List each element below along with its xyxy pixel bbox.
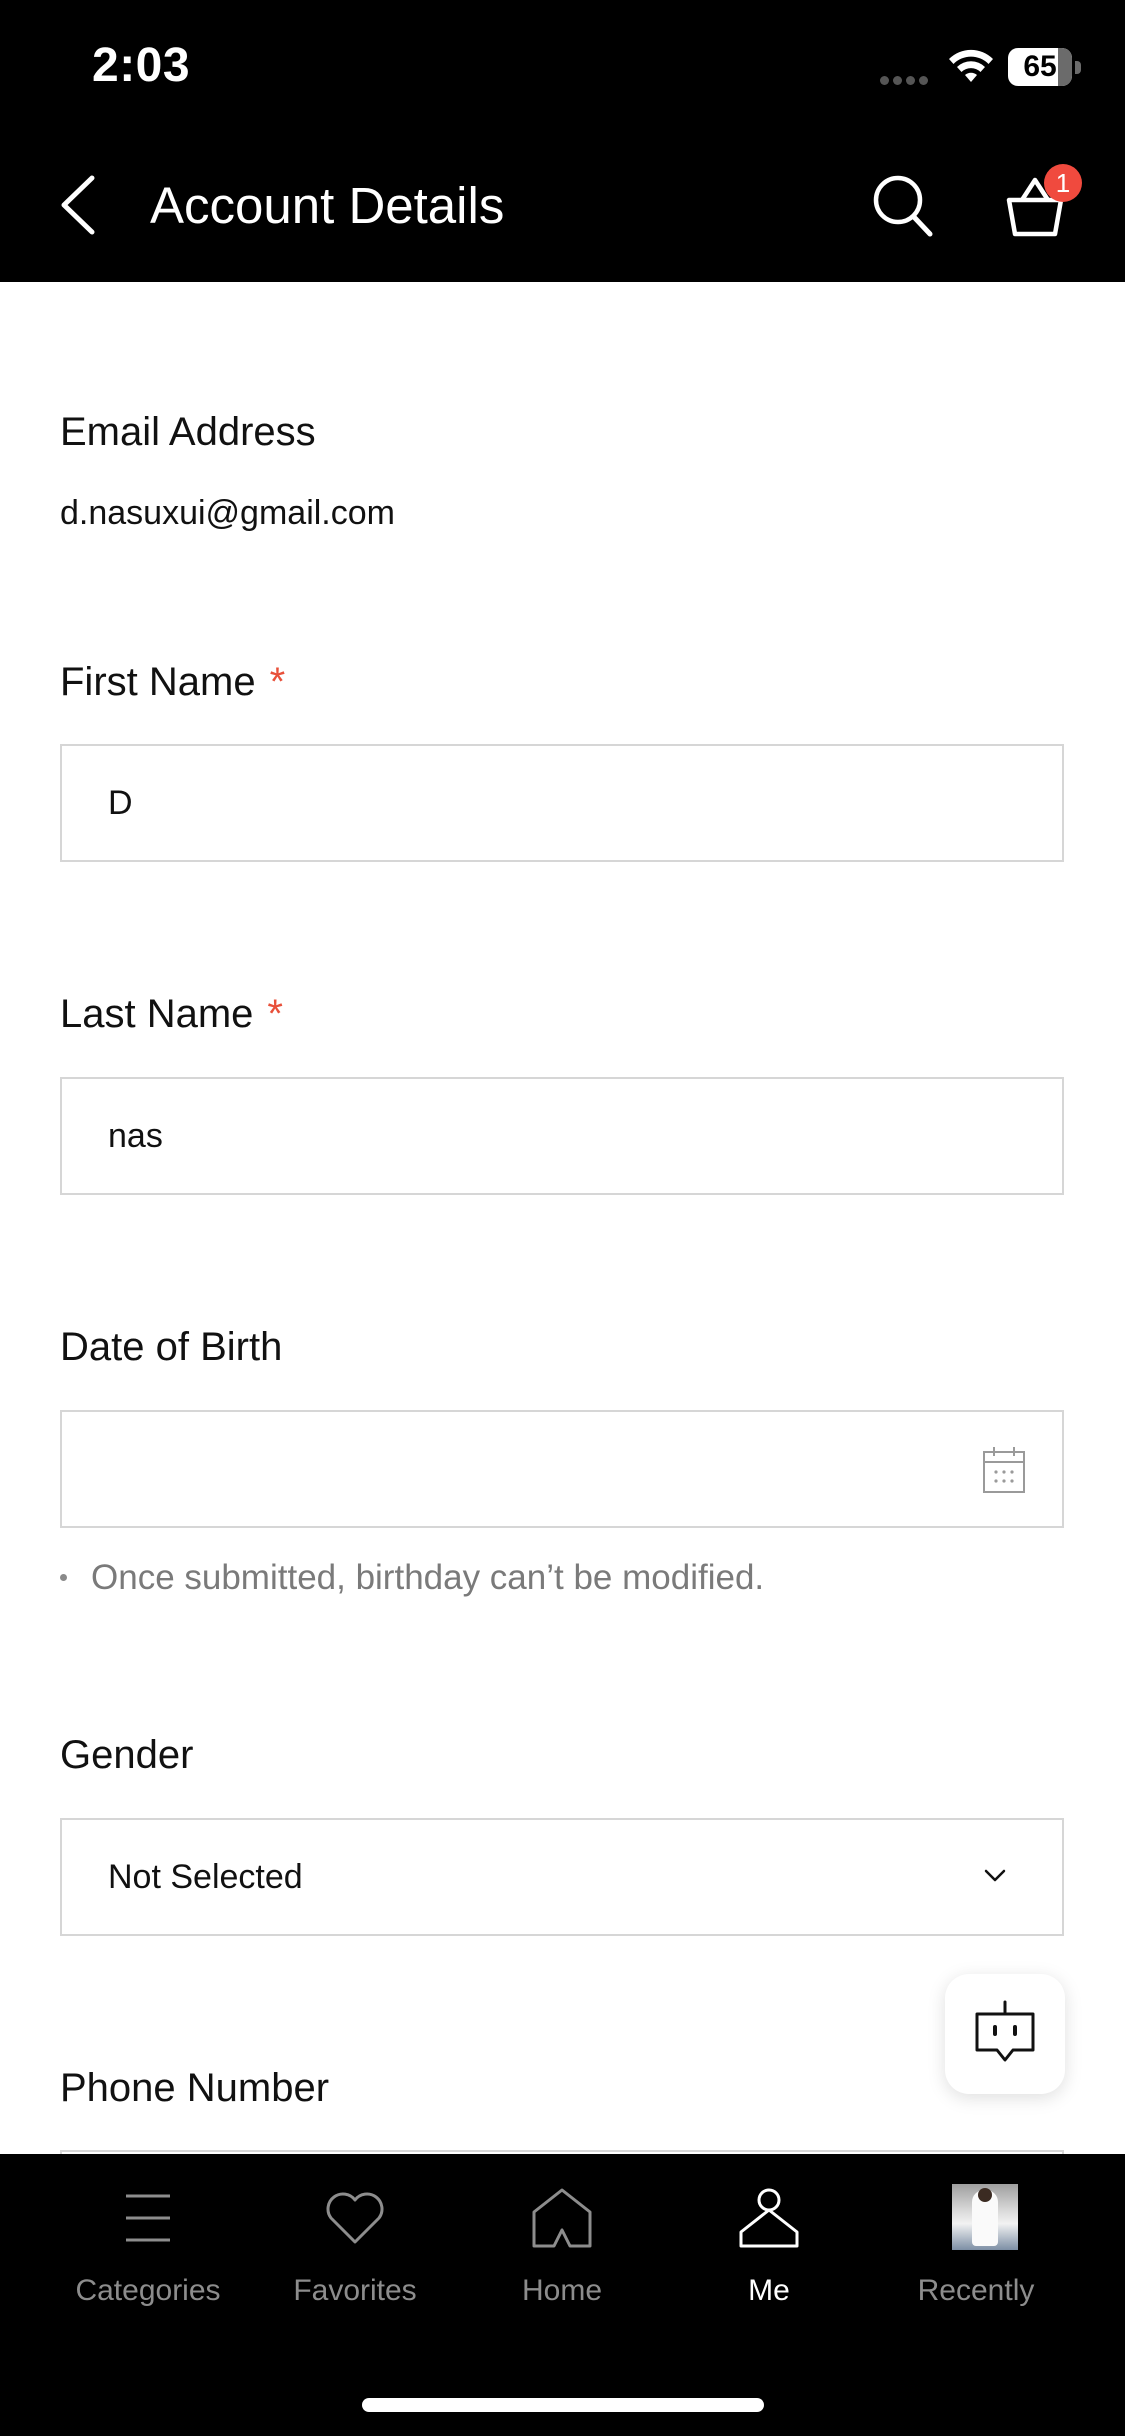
last-name-label: Last Name * <box>60 990 283 1038</box>
calendar-icon[interactable] <box>982 1446 1026 1494</box>
battery-icon: 65 <box>1008 48 1072 86</box>
hanger-icon <box>739 2188 799 2248</box>
cart-count-badge: 1 <box>1044 164 1082 202</box>
first-name-input[interactable]: D <box>60 744 1064 862</box>
tab-favorites[interactable]: Favorites <box>255 2184 455 2324</box>
chevron-left-icon <box>61 175 95 235</box>
required-asterisk: * <box>269 660 286 704</box>
back-button[interactable] <box>52 170 112 240</box>
wifi-icon <box>949 49 993 82</box>
home-icon <box>532 2188 592 2248</box>
dob-hint-text: Once submitted, birthday can’t be modifi… <box>91 1558 765 1597</box>
dob-input[interactable] <box>60 1410 1064 1528</box>
heart-icon <box>326 2192 384 2244</box>
battery-tip <box>1075 61 1081 74</box>
tab-label: Me <box>748 2274 790 2307</box>
phone-label: Phone Number <box>60 2066 330 2110</box>
first-name-label: First Name * <box>60 658 285 706</box>
cellular-signal-icon <box>880 72 932 90</box>
tab-categories[interactable]: Categories <box>48 2184 248 2324</box>
tab-label: Recently <box>917 2274 1035 2307</box>
required-asterisk: * <box>267 992 283 1036</box>
recent-product-thumbnail <box>952 2184 1018 2250</box>
search-button[interactable] <box>868 168 938 244</box>
status-bar: 2:03 65 <box>0 0 1125 130</box>
chat-bot-icon <box>975 2000 1035 2062</box>
categories-icon <box>126 2194 170 2242</box>
dob-hint: Once submitted, birthday can’t be modifi… <box>60 1556 764 1600</box>
gender-value: Not Selected <box>108 1858 303 1896</box>
tab-label: Categories <box>75 2274 221 2307</box>
app-header: Account Details 1 <box>0 130 1125 282</box>
first-name-label-text: First Name <box>60 660 256 704</box>
dob-label: Date of Birth <box>60 1325 283 1369</box>
status-time: 2:03 <box>92 39 191 92</box>
last-name-value: nas <box>108 1117 163 1155</box>
last-name-label-text: Last Name <box>60 992 254 1036</box>
page-title: Account Details <box>150 177 505 234</box>
gender-label: Gender <box>60 1733 194 1777</box>
bullet-dot <box>60 1574 67 1582</box>
tab-home[interactable]: Home <box>462 2184 662 2324</box>
gender-select[interactable]: Not Selected <box>60 1818 1064 1936</box>
chevron-down-icon <box>984 1869 1006 1882</box>
email-label: Email Address <box>60 410 316 454</box>
tab-me[interactable]: Me <box>669 2184 869 2324</box>
tab-label: Home <box>521 2274 603 2307</box>
home-indicator <box>362 2398 764 2412</box>
email-value: d.nasuxui@gmail.com <box>60 494 395 532</box>
last-name-input[interactable]: nas <box>60 1077 1064 1195</box>
bottom-tab-bar: Categories Favorites Home Me Recently <box>0 2154 1125 2436</box>
search-icon <box>873 175 933 237</box>
battery-level: 65 <box>1023 50 1057 83</box>
tab-label: Favorites <box>293 2274 417 2307</box>
first-name-value: D <box>108 784 133 822</box>
chat-support-button[interactable] <box>945 1974 1065 2094</box>
tab-recently[interactable]: Recently <box>876 2184 1076 2324</box>
